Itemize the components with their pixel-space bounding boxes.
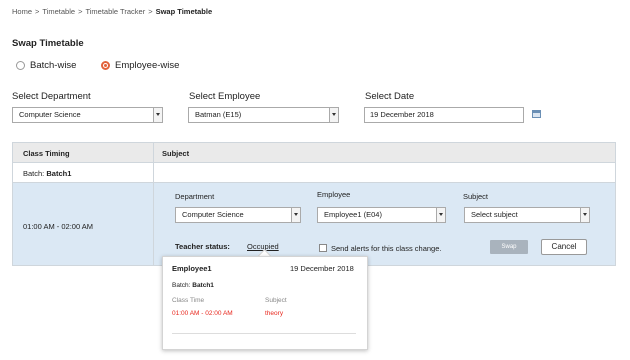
radio-batch-wise[interactable]: Batch-wise [16, 60, 76, 71]
popup-batch-name: Batch1 [192, 282, 214, 289]
chevron-down-icon [153, 108, 162, 122]
date-label: Select Date [365, 91, 415, 102]
cancel-button[interactable]: Cancel [541, 239, 587, 255]
date-input[interactable]: 19 December 2018 [364, 107, 524, 123]
header-subject: Subject [162, 149, 190, 158]
breadcrumb-timetable[interactable]: Timetable [42, 7, 75, 16]
breadcrumb-separator: > [35, 7, 40, 16]
radio-label: Batch-wise [30, 60, 77, 71]
radio-circle-selected[interactable] [101, 61, 110, 70]
swap-subject-label: Subject [463, 192, 489, 201]
radio-label: Employee-wise [115, 60, 180, 71]
popup-batch: Batch: Batch1 [172, 282, 214, 289]
header-class-timing: Class Timing [23, 149, 70, 158]
chevron-down-icon [580, 208, 589, 222]
breadcrumb-separator: > [148, 7, 153, 16]
radio-circle[interactable] [16, 61, 25, 70]
popup-divider [172, 333, 356, 334]
teacher-status-popup: Employee1 19 December 2018 Batch: Batch1… [162, 256, 368, 350]
timetable-table: Class Timing Subject Batch: Batch1 01:00… [12, 142, 616, 266]
popup-subject: theory [265, 310, 284, 317]
department-label: Select Department [12, 91, 91, 102]
batch-row: Batch: Batch1 [13, 163, 615, 183]
popup-col-subject: Subject [265, 297, 287, 304]
popup-date: 19 December 2018 [290, 264, 354, 273]
employee-select-value: Batman (E15) [195, 110, 242, 119]
swap-employee-select[interactable]: Employee1 (E04) [317, 207, 446, 223]
teacher-status-label: Teacher status: [175, 242, 230, 251]
table-header-row: Class Timing Subject [13, 143, 615, 163]
popup-class-time: 01:00 AM - 02:00 AM [172, 310, 233, 317]
chevron-down-icon [329, 108, 338, 122]
swap-subject-select[interactable]: Select subject [464, 207, 590, 223]
batch-label: Batch: Batch1 [23, 169, 71, 178]
swap-employee-label: Employee [317, 190, 351, 199]
breadcrumb-current: Swap Timetable [155, 7, 213, 16]
swap-subject-placeholder: Select subject [471, 210, 518, 219]
department-select[interactable]: Computer Science [12, 107, 163, 123]
batch-prefix: Batch: [23, 169, 45, 178]
swap-department-label: Department [175, 192, 215, 201]
breadcrumb-home[interactable]: Home [12, 7, 32, 16]
radio-employee-wise[interactable]: Employee-wise [101, 60, 179, 71]
batch-name: Batch1 [46, 169, 72, 178]
popup-col-class-time: Class Time [172, 297, 205, 304]
breadcrumb-separator: > [78, 7, 83, 16]
chevron-down-icon [436, 208, 445, 222]
breadcrumb: Home > Timetable > Timetable Tracker > Swap Ti… [12, 7, 212, 16]
column-divider [153, 143, 154, 265]
calendar-icon[interactable] [532, 110, 541, 118]
page-title: Swap Timetable [12, 38, 84, 49]
send-alerts-label: Send alerts for this class change. [331, 244, 442, 253]
department-select-value: Computer Science [19, 110, 81, 119]
swap-button[interactable]: Swap [490, 240, 528, 254]
class-timing: 01:00 AM - 02:00 AM [23, 222, 94, 231]
send-alerts-checkbox[interactable] [319, 244, 327, 252]
swap-row: 01:00 AM - 02:00 AM Department Computer … [13, 183, 615, 265]
swap-department-select[interactable]: Computer Science [175, 207, 301, 223]
employee-label: Select Employee [189, 91, 261, 102]
chevron-down-icon [291, 208, 300, 222]
swap-department-value: Computer Science [182, 210, 244, 219]
popup-employee: Employee1 [172, 264, 212, 273]
breadcrumb-timetable-tracker[interactable]: Timetable Tracker [85, 7, 145, 16]
popup-batch-prefix: Batch: [172, 282, 191, 289]
employee-select[interactable]: Batman (E15) [188, 107, 339, 123]
swap-employee-value: Employee1 (E04) [324, 210, 382, 219]
